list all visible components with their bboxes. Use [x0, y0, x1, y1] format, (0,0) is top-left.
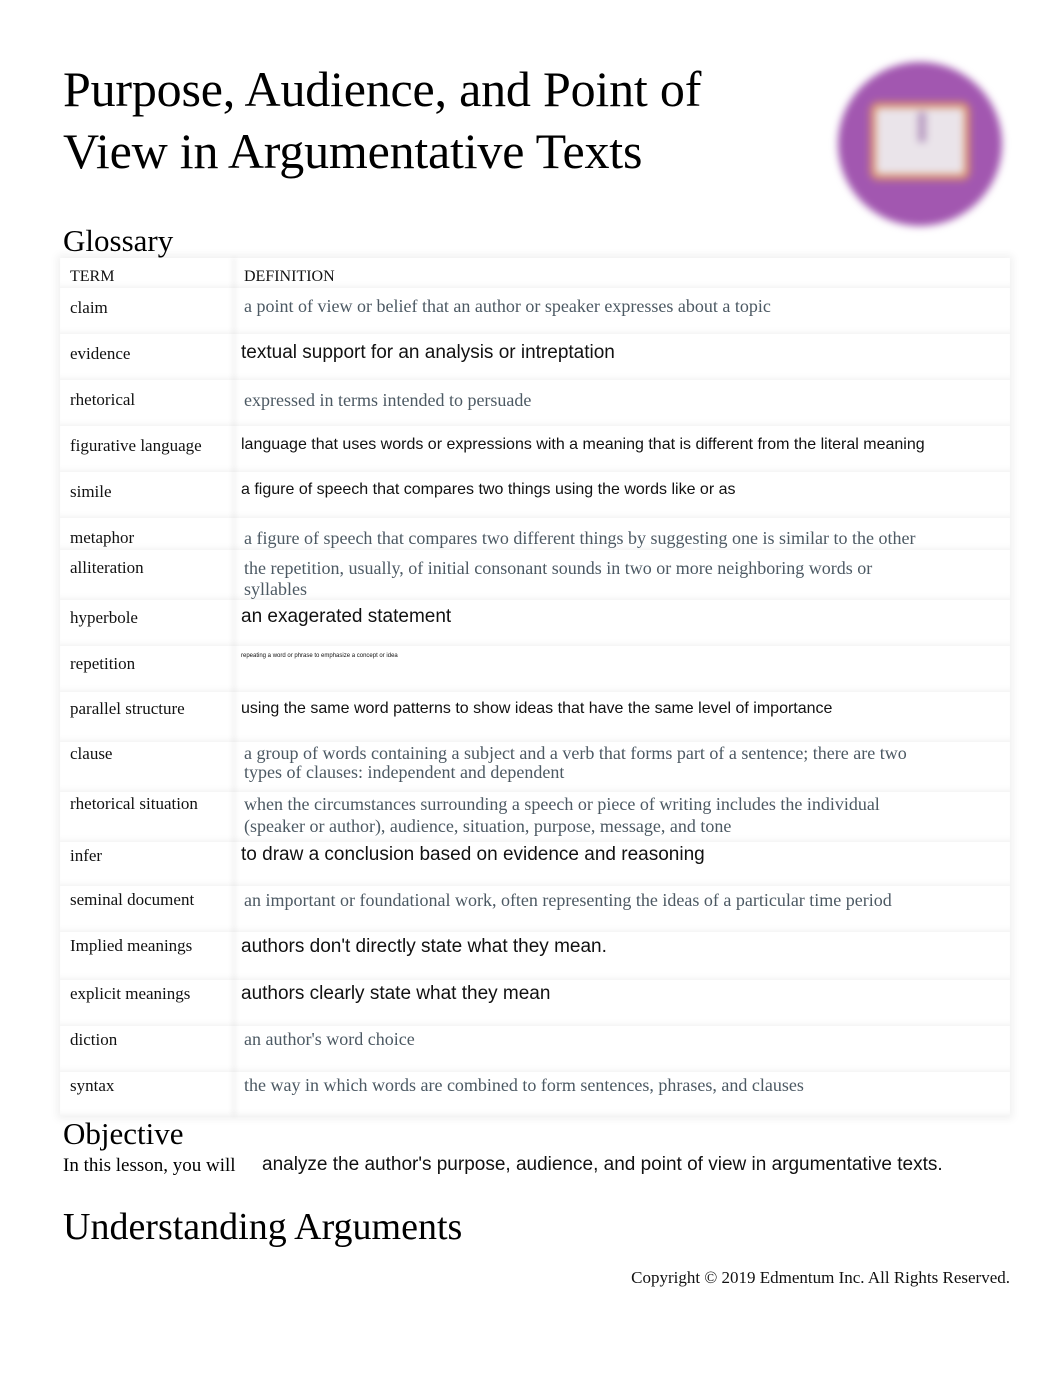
term-cell: hyperbole	[70, 608, 138, 627]
book-icon	[876, 108, 964, 174]
table-row: seminal document an important or foundat…	[60, 886, 1010, 932]
table-row: claim a point of view or belief that an …	[60, 288, 1010, 334]
definition-cell: language that uses words or expressions …	[241, 436, 925, 453]
objective-lead-text: In this lesson, you will	[63, 1155, 236, 1176]
term-cell: infer	[70, 846, 103, 865]
term-cell: alliteration	[70, 558, 144, 577]
term-cell: claim	[70, 298, 108, 317]
table-row: evidence textual support for an analysis…	[60, 334, 1010, 380]
definition-cell: repeating a word or phrase to emphasize …	[241, 653, 398, 659]
term-cell: rhetorical situation	[70, 794, 198, 813]
definition-cell: an exagerated statement	[241, 606, 452, 627]
term-cell: Implied meanings	[70, 936, 193, 955]
table-row: Implied meanings authors don't directly …	[60, 932, 1010, 980]
definition-cell: when the circumstances surrounding a spe…	[244, 794, 880, 836]
table-row: rhetorical expressed in terms intended t…	[60, 380, 1010, 426]
table-header-row: TERM DEFINITION	[60, 258, 1010, 288]
glossary-heading: Glossary	[63, 223, 174, 258]
term-cell: explicit meanings	[70, 984, 191, 1003]
term-cell: figurative language	[70, 436, 202, 455]
definition-cell: authors clearly state what they mean	[241, 983, 551, 1004]
lesson-logo	[838, 62, 1002, 226]
copyright-notice: Copyright © 2019 Edmentum Inc. All Right…	[631, 1268, 1010, 1287]
definition-cell: a figure of speech that compares two dif…	[244, 528, 916, 548]
term-cell: evidence	[70, 344, 131, 363]
term-cell: diction	[70, 1030, 118, 1049]
glossary-table: TERM DEFINITION claim a point of view or…	[60, 258, 1010, 1116]
definition-cell: an important or foundational work, often…	[244, 890, 892, 910]
definition-cell: the way in which words are combined to f…	[244, 1075, 804, 1095]
term-cell: parallel structure	[70, 699, 185, 718]
definition-cell: expressed in terms intended to persuade	[244, 390, 532, 410]
term-cell: simile	[70, 482, 112, 501]
definition-cell: a point of view or belief that an author…	[244, 296, 771, 316]
objective-heading: Objective	[63, 1116, 184, 1151]
term-cell: rhetorical	[70, 390, 136, 409]
table-row: alliteration the repetition, usually, of…	[60, 550, 1010, 600]
term-cell: clause	[70, 744, 113, 763]
term-cell: seminal document	[70, 890, 195, 909]
table-row: explicit meanings authors clearly state …	[60, 980, 1010, 1026]
table-row: simile a figure of speech that compares …	[60, 472, 1010, 518]
definition-cell: using the same word patterns to show ide…	[241, 700, 833, 717]
objective-text: analyze the author's purpose, audience, …	[262, 1154, 943, 1175]
document-title: Purpose, Audience, and Point of View in …	[63, 61, 702, 179]
column-header-term: TERM	[70, 268, 115, 285]
definition-cell: a group of words containing a subject an…	[244, 743, 907, 782]
table-row: repetition repeating a word or phrase to…	[60, 646, 1010, 692]
table-row: hyperbole an exagerated statement	[60, 600, 1010, 646]
table-row: metaphor a figure of speech that compare…	[60, 518, 1010, 550]
term-cell: metaphor	[70, 528, 135, 547]
column-header-definition: DEFINITION	[244, 268, 335, 285]
definition-cell: the repetition, usually, of initial cons…	[244, 558, 873, 599]
table-row: figurative language language that uses w…	[60, 426, 1010, 472]
definition-cell: textual support for an analysis or intre…	[241, 342, 615, 363]
table-row: diction an author's word choice	[60, 1026, 1010, 1072]
term-cell: repetition	[70, 654, 136, 673]
table-row: syntax the way in which words are combin…	[60, 1072, 1010, 1116]
definition-cell: an author's word choice	[244, 1029, 415, 1049]
understanding-arguments-heading: Understanding Arguments	[63, 1206, 463, 1248]
term-cell: syntax	[70, 1076, 115, 1095]
definition-cell: to draw a conclusion based on evidence a…	[241, 844, 705, 865]
definition-cell: a figure of speech that compares two thi…	[241, 481, 736, 498]
table-row: clause a group of words containing a sub…	[60, 742, 1010, 792]
table-row: parallel structure using the same word p…	[60, 692, 1010, 742]
table-row: rhetorical situation when the circumstan…	[60, 792, 1010, 842]
definition-cell: authors don't directly state what they m…	[241, 936, 607, 957]
table-row: infer to draw a conclusion based on evid…	[60, 842, 1010, 886]
